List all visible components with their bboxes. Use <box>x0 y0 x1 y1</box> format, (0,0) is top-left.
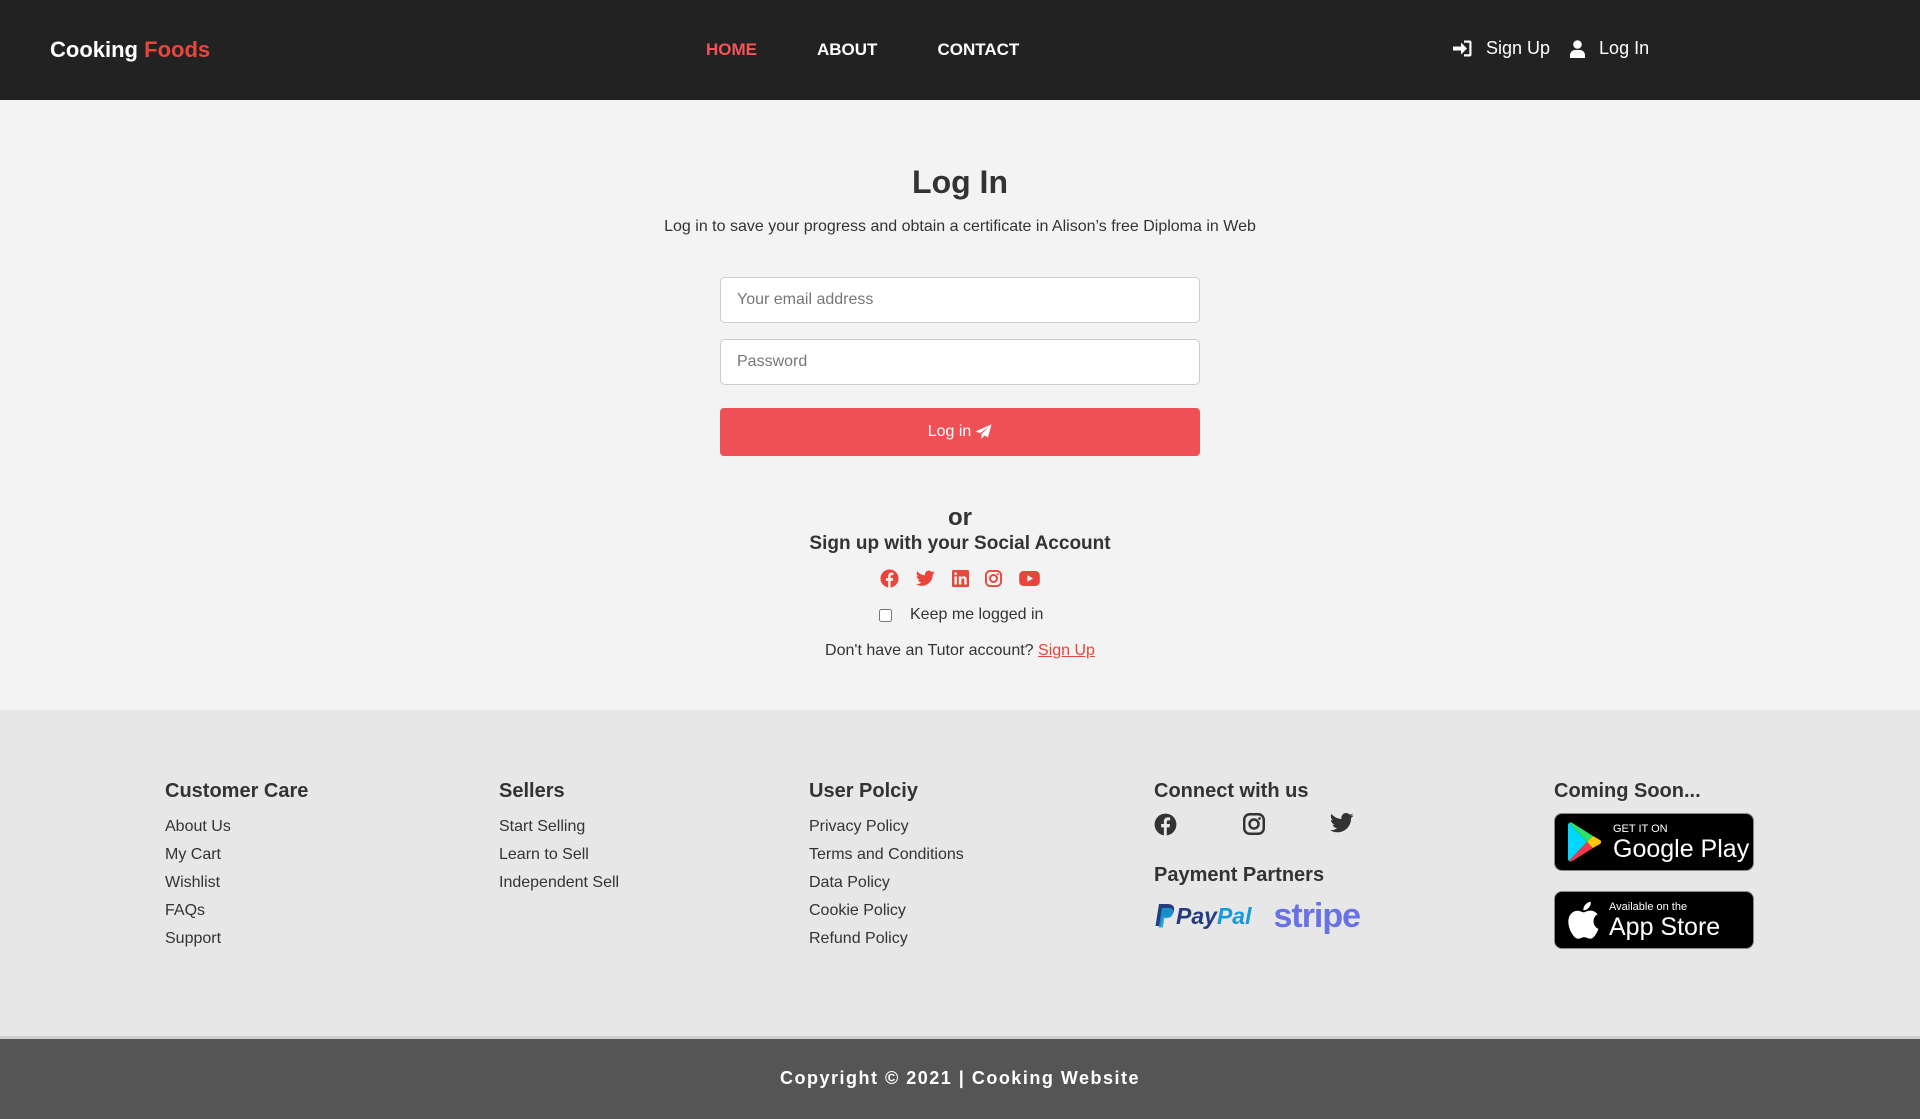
header-login-link[interactable]: Log In <box>1570 38 1649 59</box>
youtube-icon[interactable] <box>1019 571 1040 586</box>
keep-logged-in-checkbox[interactable] <box>879 608 892 622</box>
footer-link-learn-to-sell[interactable]: Learn to Sell <box>499 846 589 863</box>
footer-connect: Connect with us Payment Partners Pay Pal… <box>1154 780 1361 936</box>
main-nav: HOME ABOUT CONTACT <box>706 40 1019 60</box>
payment-partners-heading: Payment Partners <box>1154 864 1325 886</box>
paypal-text-pay: Pay <box>1176 903 1217 929</box>
connect-heading: Connect with us <box>1154 780 1309 802</box>
brand-name: Cooking <box>50 37 138 62</box>
paypal-icon <box>1155 903 1175 927</box>
footer-link-privacy-policy[interactable]: Privacy Policy <box>809 818 909 835</box>
page-subtitle: Log in to save your progress and obtain … <box>664 218 1256 235</box>
auth-links: Sign Up Log In <box>1453 38 1649 59</box>
paper-plane-icon <box>975 424 992 439</box>
password-field[interactable] <box>720 339 1200 385</box>
sign-in-icon <box>1453 40 1472 57</box>
coming-soon-heading: Coming Soon... <box>1554 780 1701 802</box>
nav-contact[interactable]: CONTACT <box>937 40 1019 60</box>
sellers-heading: Sellers <box>499 780 565 802</box>
brand-logo[interactable]: Cooking Foods <box>50 37 210 63</box>
apple-icon <box>1568 901 1599 939</box>
paypal-text-pal: Pal <box>1216 903 1252 929</box>
twitter-icon[interactable] <box>915 570 935 587</box>
facebook-icon[interactable] <box>880 569 899 588</box>
instagram-icon[interactable] <box>1242 813 1265 835</box>
footer-user-policy: User Polciy Privacy Policy Terms and Con… <box>809 780 964 953</box>
login-section: Log In Log in to save your progress and … <box>0 100 1920 710</box>
keep-logged-in-label: Keep me logged in <box>910 606 1044 623</box>
footer-social-icons <box>1154 813 1354 836</box>
brand-accent: Foods <box>144 37 211 62</box>
google-play-big-text: Google Play <box>1613 834 1750 863</box>
login-button[interactable]: Log in <box>720 408 1200 456</box>
signup-link[interactable]: Sign Up <box>1038 642 1095 659</box>
footer-sellers: Sellers Start Selling Learn to Sell Inde… <box>499 780 619 897</box>
header-signup-link[interactable]: Sign Up <box>1453 38 1550 59</box>
footer-link-wishlist[interactable]: Wishlist <box>165 874 220 891</box>
footer-link-start-selling[interactable]: Start Selling <box>499 818 585 835</box>
twitter-icon[interactable] <box>1330 813 1354 833</box>
payment-partners: Payment Partners Pay Pal stripe <box>1154 864 1361 936</box>
google-play-icon <box>1568 822 1602 862</box>
app-store-badge[interactable]: Available on the App Store <box>1554 891 1754 949</box>
facebook-icon[interactable] <box>1154 813 1177 836</box>
footer-link-data-policy[interactable]: Data Policy <box>809 874 890 891</box>
no-account-text: Don't have an Tutor account? <box>825 642 1034 659</box>
keep-logged-in[interactable]: Keep me logged in <box>879 606 1043 624</box>
stripe-logo: stripe <box>1273 897 1361 935</box>
footer-link-my-cart[interactable]: My Cart <box>165 846 221 863</box>
footer-link-refund-policy[interactable]: Refund Policy <box>809 930 908 947</box>
user-icon <box>1570 39 1586 58</box>
footer-link-faqs[interactable]: FAQs <box>165 902 205 919</box>
nav-home[interactable]: HOME <box>706 40 757 60</box>
footer-customer-care: Customer Care About Us My Cart Wishlist … <box>165 780 308 953</box>
top-navbar: Cooking Foods HOME ABOUT CONTACT Sign Up… <box>0 0 1920 100</box>
header-signup-label: Sign Up <box>1486 38 1551 58</box>
footer-link-support[interactable]: Support <box>165 930 221 947</box>
footer-link-terms[interactable]: Terms and Conditions <box>809 846 964 863</box>
header-login-label: Log In <box>1599 38 1650 58</box>
app-store-small-text: Available on the <box>1609 900 1688 913</box>
footer-link-cookie-policy[interactable]: Cookie Policy <box>809 902 906 919</box>
instagram-icon[interactable] <box>985 570 1003 587</box>
paypal-logo: Pay Pal <box>1154 903 1251 930</box>
app-store-big-text: App Store <box>1609 912 1721 941</box>
google-play-small-text: GET IT ON <box>1613 822 1668 835</box>
linkedin-icon[interactable] <box>951 570 969 587</box>
nav-about[interactable]: ABOUT <box>817 40 877 60</box>
footer-link-about-us[interactable]: About Us <box>165 818 231 835</box>
site-footer: Customer Care About Us My Cart Wishlist … <box>0 710 1920 1036</box>
footer-coming-soon: Coming Soon... GET IT ON Google Play Ava… <box>1554 780 1754 969</box>
payment-logos: Pay Pal stripe <box>1154 897 1361 936</box>
social-icons <box>880 569 1040 588</box>
social-signup-heading: Sign up with your Social Account <box>809 533 1111 554</box>
login-button-label: Log in <box>927 423 972 440</box>
footer-link-independent-sell[interactable]: Independent Sell <box>499 874 619 891</box>
email-field[interactable] <box>720 277 1200 323</box>
or-divider: or <box>948 504 972 531</box>
no-account-prompt: Don't have an Tutor account? Sign Up <box>0 642 1920 660</box>
user-policy-heading: User Polciy <box>809 780 918 802</box>
page-title: Log In <box>912 164 1008 200</box>
customer-care-heading: Customer Care <box>165 780 309 802</box>
copyright-bar: Copyright © 2021 | Cooking Website <box>0 1036 1920 1119</box>
google-play-badge[interactable]: GET IT ON Google Play <box>1554 813 1754 871</box>
